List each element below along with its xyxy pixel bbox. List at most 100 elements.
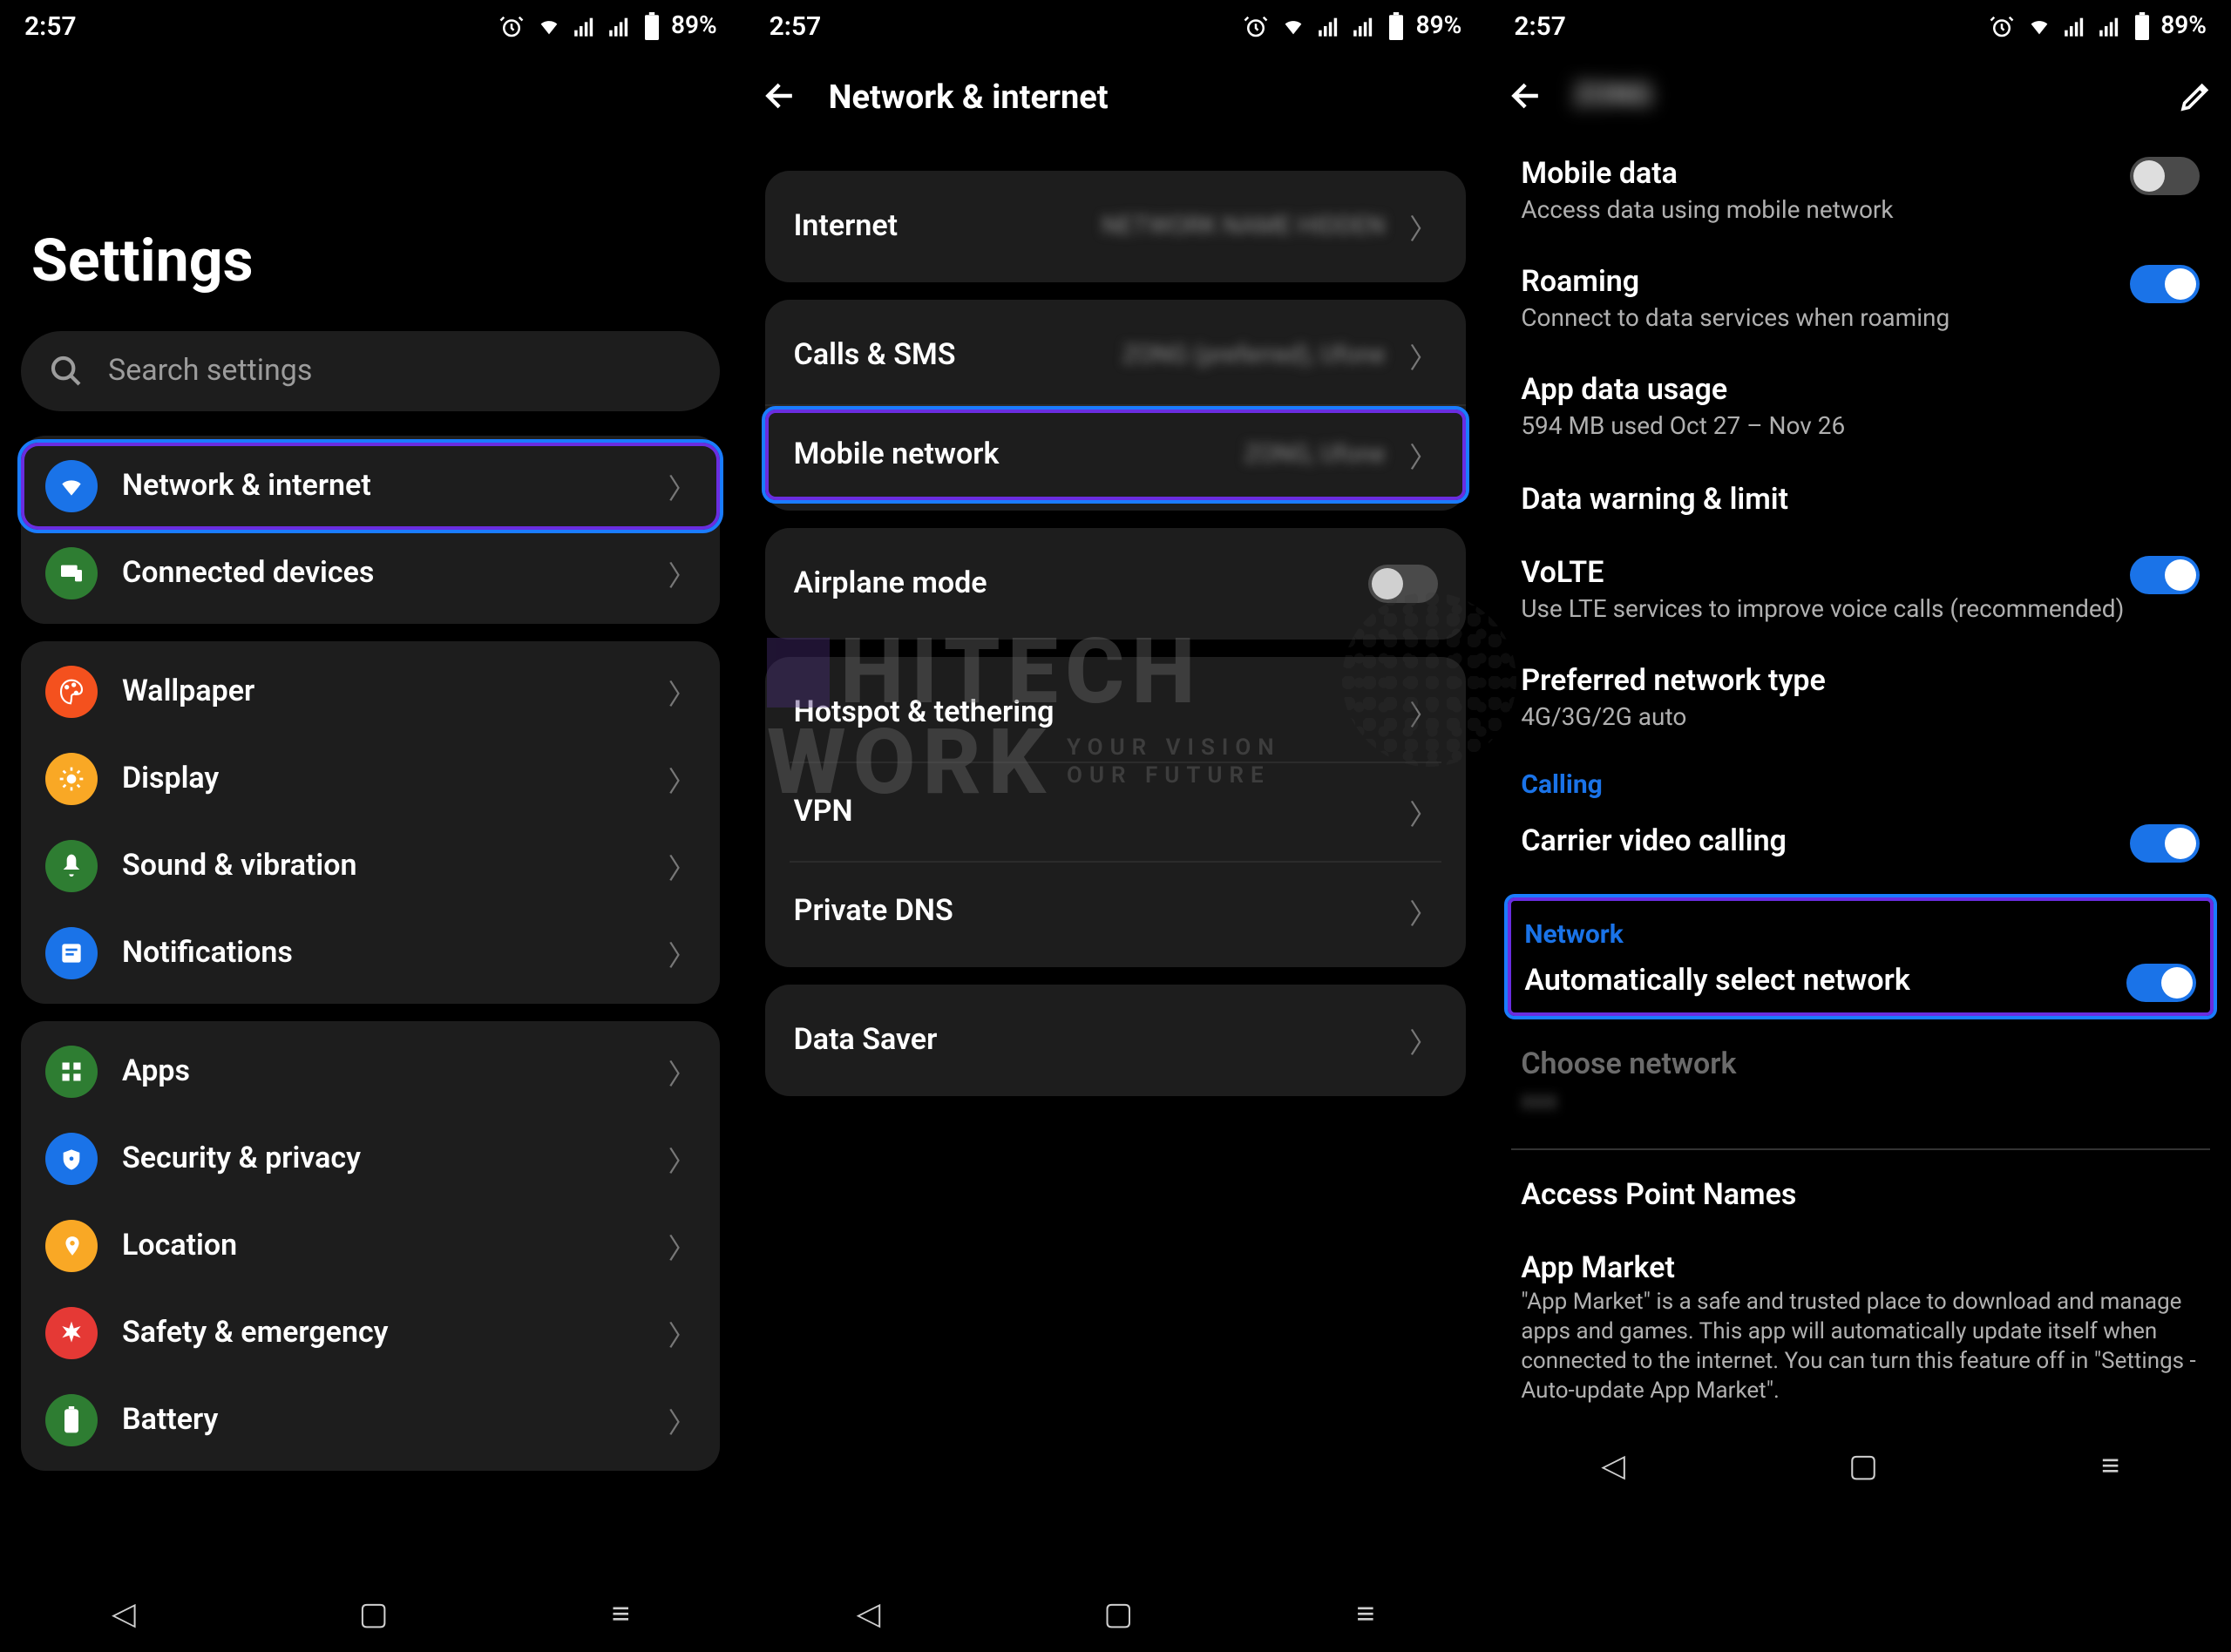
topbar: Network & internet xyxy=(745,52,1487,139)
shield-icon xyxy=(45,1133,98,1185)
settings-row-connected[interactable]: Connected devices 〉 xyxy=(21,530,721,617)
wifi-icon xyxy=(2024,14,2052,38)
location-icon xyxy=(45,1220,98,1272)
toggle-mobile-data[interactable] xyxy=(2130,157,2200,195)
net-group-3: Airplane mode xyxy=(766,528,1466,640)
nav-bar: ◁ ▢ ≡ xyxy=(1489,1428,2231,1505)
item-carrier-video[interactable]: Carrier video calling xyxy=(1510,807,2210,884)
row-dns[interactable]: Private DNS 〉 xyxy=(766,863,1466,960)
item-volte[interactable]: VoLTE Use LTE services to improve voice … xyxy=(1510,538,2210,646)
nav-bar: ◁ ▢ ≡ xyxy=(745,1575,1487,1652)
row-datasaver[interactable]: Data Saver 〉 xyxy=(766,992,1466,1089)
nav-recent[interactable]: ≡ xyxy=(612,1595,630,1632)
apps-icon xyxy=(45,1046,98,1098)
settings-row-notifications[interactable]: Notifications 〉 xyxy=(21,910,721,997)
back-icon[interactable] xyxy=(763,77,801,115)
screen-mobile-network: 2:57 89% ZONG Mobile data Access d xyxy=(1489,0,2231,1652)
row-airplane[interactable]: Airplane mode xyxy=(766,535,1466,633)
chevron-right-icon: 〉 xyxy=(668,932,696,974)
toggle-volte[interactable] xyxy=(2130,555,2200,593)
section-network: Network xyxy=(1514,904,2207,957)
chevron-right-icon: 〉 xyxy=(1409,206,1437,247)
devices-icon xyxy=(45,547,98,599)
row-label: Apps xyxy=(122,1054,668,1089)
chevron-right-icon: 〉 xyxy=(1409,1019,1437,1061)
item-auto-select-network[interactable]: Automatically select network xyxy=(1514,957,2207,1005)
row-label: Sound & vibration xyxy=(122,849,668,884)
chevron-right-icon: 〉 xyxy=(668,758,696,800)
signal-icon-2 xyxy=(608,14,633,38)
item-choose-network: Choose network xxx xyxy=(1510,1030,2210,1138)
nav-back[interactable]: ◁ xyxy=(1601,1448,1625,1485)
settings-title: Settings xyxy=(31,227,724,296)
toggle-auto-network[interactable] xyxy=(2126,964,2196,1002)
row-mobile-network[interactable]: Mobile network ZONG, Ufone 〉 xyxy=(766,404,1466,504)
row-internet[interactable]: Internet NETWORK NAME HIDDEN 〉 xyxy=(766,178,1466,275)
chevron-right-icon: 〉 xyxy=(668,465,696,507)
row-label: Safety & emergency xyxy=(122,1316,668,1351)
status-bar: 2:57 89% xyxy=(1489,0,2231,52)
item-app-data-usage[interactable]: App data usage 594 MB used Oct 27 – Nov … xyxy=(1510,356,2210,464)
nav-home[interactable]: ▢ xyxy=(1103,1595,1133,1632)
item-mobile-data[interactable]: Mobile data Access data using mobile net… xyxy=(1510,139,2210,247)
status-bar: 2:57 89% xyxy=(0,0,742,52)
settings-group-2: Wallpaper 〉 Display 〉 Sound & vibration … xyxy=(21,641,721,1004)
settings-row-security[interactable]: Security & privacy 〉 xyxy=(21,1115,721,1202)
status-right: 89% xyxy=(498,12,717,40)
battery-icon xyxy=(2133,12,2150,40)
emergency-icon xyxy=(45,1307,98,1359)
toggle-carrier-video[interactable] xyxy=(2130,824,2200,863)
item-data-warning[interactable]: Data warning & limit xyxy=(1510,464,2210,538)
item-preferred-network[interactable]: Preferred network type 4G/3G/2G auto xyxy=(1510,647,2210,755)
topbar: ZONG xyxy=(1489,52,2231,139)
page-title: Network & internet xyxy=(829,76,1109,116)
settings-row-location[interactable]: Location 〉 xyxy=(21,1202,721,1290)
settings-row-apps[interactable]: Apps 〉 xyxy=(21,1028,721,1115)
nav-back[interactable]: ◁ xyxy=(112,1595,136,1632)
settings-row-wallpaper[interactable]: Wallpaper 〉 xyxy=(21,648,721,735)
alarm-icon xyxy=(1244,13,1270,39)
item-app-market[interactable]: App Market "App Market" is a safe and tr… xyxy=(1510,1234,2210,1428)
back-icon[interactable] xyxy=(1507,77,1545,115)
signal-icon-2 xyxy=(1353,14,1378,38)
wifi-icon xyxy=(1280,14,1308,38)
row-vpn[interactable]: VPN 〉 xyxy=(766,763,1466,861)
settings-row-battery[interactable]: Battery 〉 xyxy=(21,1377,721,1464)
section-calling: Calling xyxy=(1510,755,2210,807)
chevron-right-icon: 〉 xyxy=(668,845,696,887)
chevron-right-icon: 〉 xyxy=(1409,335,1437,376)
carrier-name: ZONG xyxy=(1573,78,1652,113)
wifi-circle-icon xyxy=(45,460,98,512)
row-calls-sms[interactable]: Calls & SMS ZONG (preferred), Ufone 〉 xyxy=(766,307,1466,404)
nav-home[interactable]: ▢ xyxy=(1848,1448,1878,1485)
search-settings[interactable]: Search settings xyxy=(21,331,721,411)
toggle-roaming[interactable] xyxy=(2130,265,2200,303)
signal-icon-2 xyxy=(2098,14,2122,38)
highlight-network-section: Network Automatically select network xyxy=(1503,894,2217,1019)
item-apn[interactable]: Access Point Names xyxy=(1510,1161,2210,1234)
settings-row-display[interactable]: Display 〉 xyxy=(21,735,721,823)
status-time: 2:57 xyxy=(770,10,822,42)
settings-row-sound[interactable]: Sound & vibration 〉 xyxy=(21,823,721,910)
screen-network: 2:57 89% Network & internet Internet NET… xyxy=(742,0,1490,1652)
signal-icon xyxy=(1319,14,1343,38)
display-icon xyxy=(45,753,98,805)
nav-recent[interactable]: ≡ xyxy=(1356,1595,1374,1632)
chevron-right-icon: 〉 xyxy=(1409,890,1437,932)
chevron-right-icon: 〉 xyxy=(668,1312,696,1354)
settings-row-safety[interactable]: Safety & emergency 〉 xyxy=(21,1290,721,1377)
alarm-icon xyxy=(1988,13,2014,39)
settings-row-network[interactable]: Network & internet 〉 xyxy=(21,443,721,530)
nav-back[interactable]: ◁ xyxy=(857,1595,881,1632)
battery-icon xyxy=(45,1394,98,1446)
toggle-airplane[interactable] xyxy=(1367,565,1437,603)
wallpaper-icon xyxy=(45,666,98,718)
chevron-right-icon: 〉 xyxy=(668,1225,696,1267)
row-hotspot[interactable]: Hotspot & tethering 〉 xyxy=(766,664,1466,762)
nav-recent[interactable]: ≡ xyxy=(2101,1448,2119,1485)
chevron-right-icon: 〉 xyxy=(668,1399,696,1441)
chevron-right-icon: 〉 xyxy=(668,1051,696,1093)
nav-home[interactable]: ▢ xyxy=(359,1595,389,1632)
edit-icon[interactable] xyxy=(2179,78,2214,113)
item-roaming[interactable]: Roaming Connect to data services when ro… xyxy=(1510,247,2210,355)
